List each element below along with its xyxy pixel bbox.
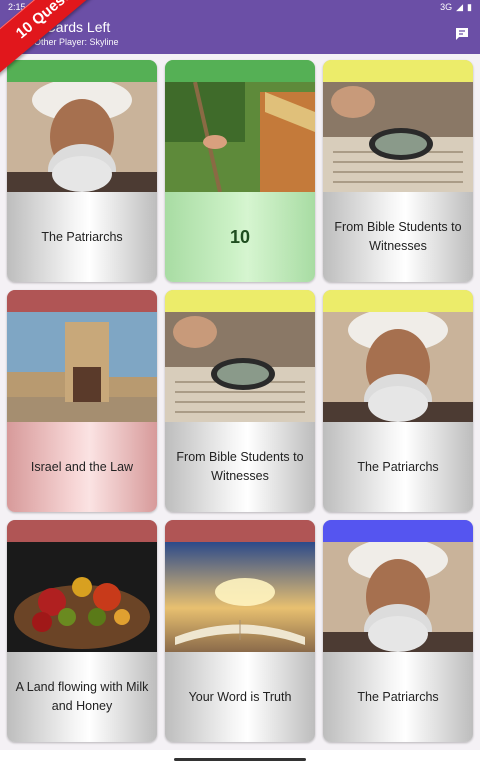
bearded-elder-image — [7, 82, 157, 192]
home-handle[interactable] — [174, 758, 306, 761]
card-label: A Land flowing with Milk and Honey — [15, 680, 149, 713]
ancient-temple-image — [7, 312, 157, 422]
other-player-label: Other Player: Skyline — [34, 37, 119, 47]
status-network: 3G — [440, 2, 453, 12]
category-card[interactable]: From Bible Students to Witnesses — [165, 290, 315, 512]
card-number: 10 — [229, 226, 251, 247]
card-label: The Patriarchs — [357, 459, 439, 474]
card-label: Israel and the Law — [30, 459, 134, 474]
card-color-strip — [7, 520, 157, 542]
bearded-elder-image — [323, 312, 473, 422]
category-card[interactable]: Israel and the Law — [7, 290, 157, 512]
open-bible-image — [165, 542, 315, 652]
card-color-strip — [165, 60, 315, 82]
category-card[interactable]: The Patriarchs — [323, 520, 473, 742]
card-label: From Bible Students to Witnesses — [334, 220, 462, 253]
card-label: The Patriarchs — [357, 689, 439, 704]
card-label: From Bible Students to Witnesses — [176, 450, 304, 483]
card-color-strip — [323, 60, 473, 82]
card-color-strip — [7, 290, 157, 312]
card-label: Your Word is Truth — [188, 689, 292, 704]
category-card[interactable]: A Land flowing with Milk and Honey — [7, 520, 157, 742]
app-bar: 4 Cards Left Other Player: Skyline — [0, 14, 480, 54]
chat-icon[interactable] — [454, 26, 470, 42]
category-card[interactable]: The Patriarchs — [323, 290, 473, 512]
card-color-strip — [323, 290, 473, 312]
category-card[interactable]: Your Word is Truth — [165, 520, 315, 742]
card-grid: The Patriarchs 10 From Bible Students to… — [7, 60, 473, 742]
category-card[interactable]: From Bible Students to Witnesses — [323, 60, 473, 282]
category-card[interactable]: The Patriarchs — [7, 60, 157, 282]
battery-icon: ▮ — [467, 1, 472, 12]
card-color-strip — [323, 520, 473, 542]
magnifying-glass-image — [323, 82, 473, 192]
fruit-basket-image — [7, 542, 157, 652]
magnifying-glass-image — [165, 312, 315, 422]
card-label: 10 — [171, 192, 309, 282]
category-card[interactable]: 10 — [165, 60, 315, 282]
card-color-strip — [7, 60, 157, 82]
gesture-nav-bar — [0, 750, 480, 768]
bearded-elder-image — [323, 542, 473, 652]
shepherd-staff-image — [165, 82, 315, 192]
card-label: The Patriarchs — [41, 229, 123, 244]
card-color-strip — [165, 290, 315, 312]
signal-icon: ◢ — [456, 1, 464, 12]
card-color-strip — [165, 520, 315, 542]
